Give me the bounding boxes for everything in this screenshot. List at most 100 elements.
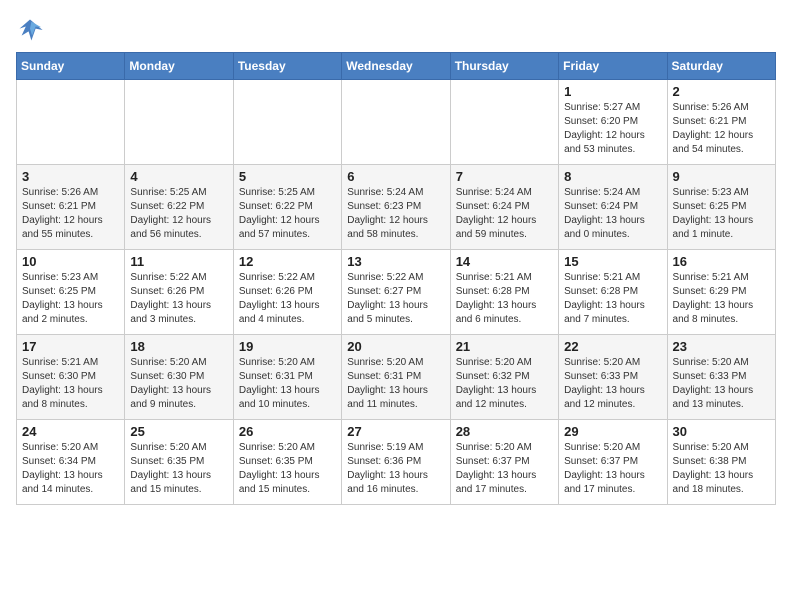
logo — [16, 16, 48, 44]
calendar-cell: 8 Sunrise: 5:24 AM Sunset: 6:24 PM Daylig… — [559, 165, 667, 250]
calendar-cell: 4 Sunrise: 5:25 AM Sunset: 6:22 PM Daylig… — [125, 165, 233, 250]
day-number: 1 — [564, 84, 661, 99]
day-detail: Sunrise: 5:20 AM Sunset: 6:35 PM Dayligh… — [239, 441, 336, 497]
calendar-cell: 29 Sunrise: 5:20 AM Sunset: 6:37 PM Dayli… — [559, 420, 667, 505]
calendar-cell: 14 Sunrise: 5:21 AM Sunset: 6:28 PM Dayli… — [450, 250, 558, 335]
day-detail: Sunrise: 5:19 AM Sunset: 6:36 PM Dayligh… — [347, 441, 444, 497]
calendar-cell — [450, 80, 558, 165]
logo-bird-icon — [16, 16, 44, 44]
day-detail: Sunrise: 5:20 AM Sunset: 6:38 PM Dayligh… — [673, 441, 770, 497]
day-detail: Sunrise: 5:26 AM Sunset: 6:21 PM Dayligh… — [673, 101, 770, 157]
day-number: 16 — [673, 254, 770, 269]
calendar-cell: 16 Sunrise: 5:21 AM Sunset: 6:29 PM Dayli… — [667, 250, 775, 335]
calendar-cell: 27 Sunrise: 5:19 AM Sunset: 6:36 PM Dayli… — [342, 420, 450, 505]
calendar-cell: 13Sunrise: 5:22 AM Sunset: 6:27 PM Dayli… — [342, 250, 450, 335]
day-number: 9 — [673, 169, 770, 184]
day-detail: Sunrise: 5:20 AM Sunset: 6:37 PM Dayligh… — [564, 441, 661, 497]
day-detail: Sunrise: 5:23 AM Sunset: 6:25 PM Dayligh… — [673, 186, 770, 242]
day-number: 12 — [239, 254, 336, 269]
calendar-cell — [342, 80, 450, 165]
day-number: 3 — [22, 169, 119, 184]
calendar-cell: 2 Sunrise: 5:26 AM Sunset: 6:21 PM Daylig… — [667, 80, 775, 165]
calendar-cell: 12 Sunrise: 5:22 AM Sunset: 6:26 PM Dayli… — [233, 250, 341, 335]
week-row-4: 17 Sunrise: 5:21 AM Sunset: 6:30 PM Dayli… — [17, 335, 776, 420]
day-detail: Sunrise: 5:21 AM Sunset: 6:28 PM Dayligh… — [564, 271, 661, 327]
calendar-cell: 19Sunrise: 5:20 AM Sunset: 6:31 PM Dayli… — [233, 335, 341, 420]
day-number: 19 — [239, 339, 336, 354]
day-number: 30 — [673, 424, 770, 439]
day-number: 11 — [130, 254, 227, 269]
calendar-cell: 23Sunrise: 5:20 AM Sunset: 6:33 PM Dayli… — [667, 335, 775, 420]
page-header — [16, 16, 776, 44]
day-detail: Sunrise: 5:20 AM Sunset: 6:35 PM Dayligh… — [130, 441, 227, 497]
week-row-3: 10 Sunrise: 5:23 AM Sunset: 6:25 PM Dayli… — [17, 250, 776, 335]
day-number: 7 — [456, 169, 553, 184]
header-sunday: Sunday — [17, 53, 125, 80]
day-number: 2 — [673, 84, 770, 99]
day-number: 29 — [564, 424, 661, 439]
calendar-cell: 3 Sunrise: 5:26 AM Sunset: 6:21 PM Daylig… — [17, 165, 125, 250]
day-detail: Sunrise: 5:21 AM Sunset: 6:30 PM Dayligh… — [22, 356, 119, 412]
calendar-cell: 28Sunrise: 5:20 AM Sunset: 6:37 PM Dayli… — [450, 420, 558, 505]
header-wednesday: Wednesday — [342, 53, 450, 80]
day-number: 28 — [456, 424, 553, 439]
day-number: 27 — [347, 424, 444, 439]
day-number: 24 — [22, 424, 119, 439]
calendar-cell: 22Sunrise: 5:20 AM Sunset: 6:33 PM Dayli… — [559, 335, 667, 420]
day-detail: Sunrise: 5:25 AM Sunset: 6:22 PM Dayligh… — [239, 186, 336, 242]
day-detail: Sunrise: 5:25 AM Sunset: 6:22 PM Dayligh… — [130, 186, 227, 242]
day-detail: Sunrise: 5:26 AM Sunset: 6:21 PM Dayligh… — [22, 186, 119, 242]
day-detail: Sunrise: 5:20 AM Sunset: 6:32 PM Dayligh… — [456, 356, 553, 412]
calendar-cell: 26 Sunrise: 5:20 AM Sunset: 6:35 PM Dayli… — [233, 420, 341, 505]
header-friday: Friday — [559, 53, 667, 80]
day-number: 4 — [130, 169, 227, 184]
calendar-cell — [17, 80, 125, 165]
day-number: 20 — [347, 339, 444, 354]
header-thursday: Thursday — [450, 53, 558, 80]
calendar-cell: 11 Sunrise: 5:22 AM Sunset: 6:26 PM Dayli… — [125, 250, 233, 335]
day-detail: Sunrise: 5:22 AM Sunset: 6:26 PM Dayligh… — [239, 271, 336, 327]
day-number: 14 — [456, 254, 553, 269]
day-number: 15 — [564, 254, 661, 269]
calendar-cell: 5Sunrise: 5:25 AM Sunset: 6:22 PM Daylig… — [233, 165, 341, 250]
day-detail: Sunrise: 5:22 AM Sunset: 6:26 PM Dayligh… — [130, 271, 227, 327]
day-number: 18 — [130, 339, 227, 354]
day-number: 13 — [347, 254, 444, 269]
day-detail: Sunrise: 5:20 AM Sunset: 6:31 PM Dayligh… — [347, 356, 444, 412]
calendar-cell: 6Sunrise: 5:24 AM Sunset: 6:23 PM Daylig… — [342, 165, 450, 250]
day-detail: Sunrise: 5:23 AM Sunset: 6:25 PM Dayligh… — [22, 271, 119, 327]
week-row-5: 24Sunrise: 5:20 AM Sunset: 6:34 PM Dayli… — [17, 420, 776, 505]
calendar-cell: 10 Sunrise: 5:23 AM Sunset: 6:25 PM Dayli… — [17, 250, 125, 335]
calendar-cell: 9 Sunrise: 5:23 AM Sunset: 6:25 PM Daylig… — [667, 165, 775, 250]
calendar-cell: 20 Sunrise: 5:20 AM Sunset: 6:31 PM Dayli… — [342, 335, 450, 420]
calendar-table: SundayMondayTuesdayWednesdayThursdayFrid… — [16, 52, 776, 505]
week-row-1: 1 Sunrise: 5:27 AM Sunset: 6:20 PM Daylig… — [17, 80, 776, 165]
day-number: 10 — [22, 254, 119, 269]
header-monday: Monday — [125, 53, 233, 80]
day-number: 17 — [22, 339, 119, 354]
day-detail: Sunrise: 5:20 AM Sunset: 6:30 PM Dayligh… — [130, 356, 227, 412]
calendar-cell: 17 Sunrise: 5:21 AM Sunset: 6:30 PM Dayli… — [17, 335, 125, 420]
day-number: 6 — [347, 169, 444, 184]
day-number: 26 — [239, 424, 336, 439]
calendar-cell: 25Sunrise: 5:20 AM Sunset: 6:35 PM Dayli… — [125, 420, 233, 505]
calendar-cell: 18 Sunrise: 5:20 AM Sunset: 6:30 PM Dayli… — [125, 335, 233, 420]
day-number: 21 — [456, 339, 553, 354]
day-detail: Sunrise: 5:20 AM Sunset: 6:33 PM Dayligh… — [564, 356, 661, 412]
day-detail: Sunrise: 5:21 AM Sunset: 6:29 PM Dayligh… — [673, 271, 770, 327]
day-detail: Sunrise: 5:24 AM Sunset: 6:24 PM Dayligh… — [456, 186, 553, 242]
day-detail: Sunrise: 5:21 AM Sunset: 6:28 PM Dayligh… — [456, 271, 553, 327]
week-row-2: 3 Sunrise: 5:26 AM Sunset: 6:21 PM Daylig… — [17, 165, 776, 250]
calendar-cell: 15 Sunrise: 5:21 AM Sunset: 6:28 PM Dayli… — [559, 250, 667, 335]
calendar-cell: 30 Sunrise: 5:20 AM Sunset: 6:38 PM Dayli… — [667, 420, 775, 505]
day-detail: Sunrise: 5:20 AM Sunset: 6:33 PM Dayligh… — [673, 356, 770, 412]
calendar-cell: 1 Sunrise: 5:27 AM Sunset: 6:20 PM Daylig… — [559, 80, 667, 165]
day-detail: Sunrise: 5:24 AM Sunset: 6:24 PM Dayligh… — [564, 186, 661, 242]
calendar-cell: 7 Sunrise: 5:24 AM Sunset: 6:24 PM Daylig… — [450, 165, 558, 250]
day-number: 8 — [564, 169, 661, 184]
calendar-cell — [233, 80, 341, 165]
header-saturday: Saturday — [667, 53, 775, 80]
calendar-cell: 21 Sunrise: 5:20 AM Sunset: 6:32 PM Dayli… — [450, 335, 558, 420]
day-detail: Sunrise: 5:27 AM Sunset: 6:20 PM Dayligh… — [564, 101, 661, 157]
header-tuesday: Tuesday — [233, 53, 341, 80]
